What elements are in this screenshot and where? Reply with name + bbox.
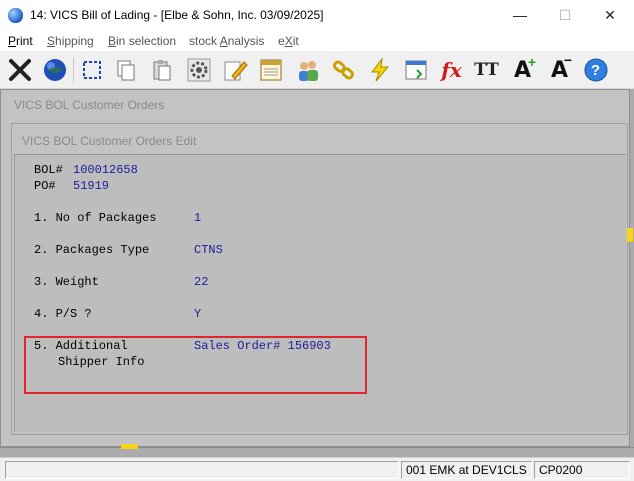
- copy-icon[interactable]: [110, 54, 141, 86]
- underlying-marker: [121, 444, 138, 449]
- function-fx-icon[interactable]: fx: [436, 54, 467, 86]
- field-label-packages-type: 2. Packages Type: [34, 243, 150, 257]
- font-type-icon[interactable]: TT: [471, 54, 502, 86]
- outer-window-title: VICS BOL Customer Orders: [14, 98, 165, 112]
- users-icon[interactable]: [292, 54, 323, 86]
- close-x-icon[interactable]: [4, 54, 35, 86]
- menu-bar: Print Shipping Bin selection stock Analy…: [0, 31, 634, 51]
- minimize-button[interactable]: —: [500, 4, 540, 26]
- scroll-marker: [627, 228, 633, 242]
- status-program: CP0200: [534, 461, 630, 479]
- settings-gear-icon[interactable]: [183, 54, 214, 86]
- font-decrease-icon[interactable]: A −: [544, 52, 575, 86]
- status-message: [5, 461, 399, 479]
- status-bar: 001 EMK at DEV1CLS CP0200: [0, 457, 634, 481]
- calendar-form-icon[interactable]: [400, 54, 431, 86]
- edit-pencil-icon[interactable]: [219, 54, 250, 86]
- select-box-icon[interactable]: [76, 54, 107, 86]
- menu-print[interactable]: Print: [8, 34, 33, 48]
- status-session: 001 EMK at DEV1CLS: [401, 461, 532, 479]
- field-value-no-of-packages[interactable]: 1: [194, 211, 201, 225]
- toolbar: fx TT A + A − ?: [0, 51, 634, 89]
- po-value: 51919: [73, 179, 110, 193]
- maximize-button[interactable]: ☐: [545, 4, 585, 26]
- bol-label: BOL#: [34, 163, 63, 177]
- font-increase-icon[interactable]: A +: [507, 54, 538, 86]
- field-value-ps[interactable]: Y: [194, 307, 201, 321]
- field-value-packages-type[interactable]: CTNS: [194, 243, 223, 257]
- window-title: 14: VICS Bill of Lading - [Elbe & Sohn, …: [30, 8, 324, 22]
- paste-icon[interactable]: [146, 54, 177, 86]
- field-label-no-of-packages: 1. No of Packages: [34, 211, 157, 225]
- field-value-weight[interactable]: 22: [194, 275, 208, 289]
- inner-window-title: VICS BOL Customer Orders Edit: [22, 134, 197, 148]
- menu-shipping[interactable]: Shipping: [47, 34, 94, 48]
- help-icon[interactable]: ?: [580, 54, 611, 86]
- underlying-window-strip: [0, 447, 634, 457]
- po-label: PO#: [34, 179, 56, 193]
- bol-value: 100012658: [73, 163, 138, 177]
- globe-icon[interactable]: [39, 54, 70, 86]
- menu-stock-analysis[interactable]: stock Analysis: [189, 34, 264, 48]
- menu-bin-selection[interactable]: Bin selection: [108, 34, 176, 48]
- close-button[interactable]: ✕: [590, 4, 630, 26]
- highlight-box: [24, 336, 367, 394]
- title-bar: 14: VICS Bill of Lading - [Elbe & Sohn, …: [0, 0, 634, 31]
- app-globe-icon: [8, 8, 23, 23]
- field-label-weight: 3. Weight: [34, 275, 99, 289]
- notes-icon[interactable]: [255, 54, 286, 86]
- link-chain-icon[interactable]: [328, 54, 359, 86]
- lightning-icon[interactable]: [364, 54, 395, 86]
- field-label-ps: 4. P/S ?: [34, 307, 92, 321]
- menu-exit[interactable]: eXit: [278, 34, 299, 48]
